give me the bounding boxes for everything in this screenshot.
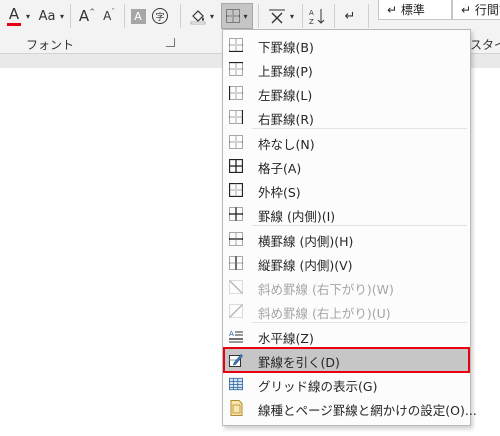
change-case-label: Aa	[38, 8, 56, 24]
sort-button[interactable]: A Z	[308, 5, 326, 27]
no-border-icon	[229, 135, 243, 149]
svg-text:A: A	[309, 9, 314, 17]
menu-item-label: 右罫線(R)	[258, 112, 314, 127]
menu-item-label: 枠なし(N)	[258, 137, 315, 152]
menu-item-outside-borders[interactable]: 外枠(S)	[224, 178, 469, 202]
outside-borders-icon	[229, 183, 243, 197]
svg-text:Z: Z	[309, 18, 314, 25]
menu-item-label: 縦罫線 (内側)(V)	[258, 258, 353, 273]
menu-item-label: 横罫線 (内側)(H)	[258, 234, 354, 249]
all-borders-icon	[229, 159, 243, 173]
inside-vertical-border-icon	[229, 256, 243, 270]
font-color-button[interactable]: A	[4, 5, 24, 27]
right-border-icon	[229, 110, 243, 124]
borders-shading-icon	[229, 400, 243, 416]
menu-item-label: 線種とページ罫線と網かけの設定(O)...	[258, 403, 477, 418]
menu-item-label: 外枠(S)	[258, 185, 301, 200]
menu-item-right-border[interactable]: 右罫線(R)	[224, 105, 469, 129]
inside-horizontal-border-icon	[229, 232, 243, 246]
menu-item-horizontal-line[interactable]: A 水平線(Z)	[224, 324, 469, 348]
menu-item-no-border[interactable]: 枠なし(N)	[224, 130, 469, 154]
paragraph-mark-icon: ↵	[344, 8, 356, 24]
menu-item-label: 罫線 (内側)(I)	[258, 209, 336, 224]
grow-font-button[interactable]: A ^	[78, 5, 96, 27]
menu-item-label: グリッド線の表示(G)	[258, 379, 378, 394]
left-border-icon	[229, 86, 243, 100]
inside-borders-icon	[229, 207, 243, 221]
bottom-border-icon	[229, 38, 243, 52]
menu-item-inside-horizontal-border[interactable]: 横罫線 (内側)(H)	[224, 227, 469, 251]
show-marks-button[interactable]: ↵	[342, 5, 358, 27]
borders-grid-icon	[226, 9, 241, 23]
font-color-icon: A	[8, 4, 20, 23]
menu-item-top-border[interactable]: 上罫線(P)	[224, 57, 469, 81]
style-no-spacing-label: ↵ 行間詰	[461, 3, 500, 17]
font-dialog-launcher-icon[interactable]	[166, 38, 175, 47]
asian-layout-button[interactable]	[266, 5, 288, 27]
style-normal-label: ↵ 標準	[387, 3, 425, 17]
borders-dropdown-icon: ▾	[243, 11, 248, 21]
menu-item-label: 罫線を引く(D)	[258, 355, 340, 370]
menu-item-bottom-border[interactable]: 下罫線(B)	[224, 33, 469, 57]
borders-button[interactable]: ▾	[221, 3, 253, 29]
top-border-icon	[229, 62, 243, 76]
shading-dropdown-icon[interactable]: ▾	[208, 5, 216, 27]
character-shading-icon: A	[130, 8, 146, 24]
menu-item-borders-shading[interactable]: 線種とページ罫線と網かけの設定(O)...	[224, 396, 477, 420]
shrink-font-button[interactable]: Aˇ	[100, 5, 118, 27]
horizontal-line-icon: A	[229, 329, 243, 343]
asian-layout-dropdown-icon[interactable]: ▾	[288, 5, 296, 27]
character-shading-button[interactable]: A	[130, 5, 146, 27]
menu-item-left-border[interactable]: 左罫線(L)	[224, 81, 469, 105]
menu-item-draw-table[interactable]: 罫線を引く(D)	[223, 347, 470, 373]
diagonal-down-border-icon	[229, 280, 243, 294]
shading-button[interactable]	[188, 5, 208, 27]
change-case-dropdown-icon[interactable]: ▾	[58, 5, 66, 27]
menu-item-diagonal-up-border: 斜め罫線 (右上がり)(U)	[224, 299, 469, 323]
svg-text:A: A	[229, 330, 234, 338]
menu-item-label: 格子(A)	[258, 161, 302, 176]
menu-item-inside-vertical-border[interactable]: 縦罫線 (内側)(V)	[224, 251, 469, 275]
menu-item-label: 左罫線(L)	[258, 88, 313, 103]
view-gridlines-icon	[229, 377, 243, 391]
menu-item-label: 水平線(Z)	[258, 331, 314, 346]
asian-layout-icon	[269, 9, 285, 24]
menu-item-view-gridlines[interactable]: グリッド線の表示(G)	[224, 372, 469, 396]
menu-item-all-borders[interactable]: 格子(A)	[224, 154, 469, 178]
style-normal[interactable]: ↵ 標準	[378, 0, 452, 20]
menu-item-label: 斜め罫線 (右下がり)(W)	[258, 282, 394, 297]
menu-item-label: 斜め罫線 (右上がり)(U)	[258, 306, 391, 321]
menu-item-label: 下罫線(B)	[258, 40, 314, 55]
change-case-button[interactable]: Aa	[36, 5, 58, 27]
font-group-label: フォント	[26, 38, 75, 52]
style-no-spacing[interactable]: ↵ 行間詰	[452, 0, 500, 20]
shrink-font-icon: A	[103, 9, 112, 23]
draw-table-icon	[229, 353, 243, 367]
grow-font-icon: A	[78, 7, 90, 25]
enclose-characters-icon: 字	[152, 8, 168, 24]
sort-icon: A Z	[309, 9, 325, 25]
menu-item-inside-borders[interactable]: 罫線 (内側)(I)	[224, 202, 469, 226]
menu-item-label: 上罫線(P)	[258, 64, 313, 79]
diagonal-up-border-icon	[229, 304, 243, 318]
enclose-characters-button[interactable]: 字	[151, 5, 169, 27]
font-color-dropdown-icon[interactable]: ▾	[24, 5, 32, 27]
menu-item-diagonal-down-border: 斜め罫線 (右下がり)(W)	[224, 275, 469, 299]
styles-group-label: スタイル	[470, 38, 500, 52]
borders-dropdown-menu: 下罫線(B) 上罫線(P) 左罫線(L) 右罫線(R) 枠なし(N) 格子(A) 外枠(S)…	[222, 29, 477, 426]
shading-bucket-icon	[190, 10, 206, 25]
